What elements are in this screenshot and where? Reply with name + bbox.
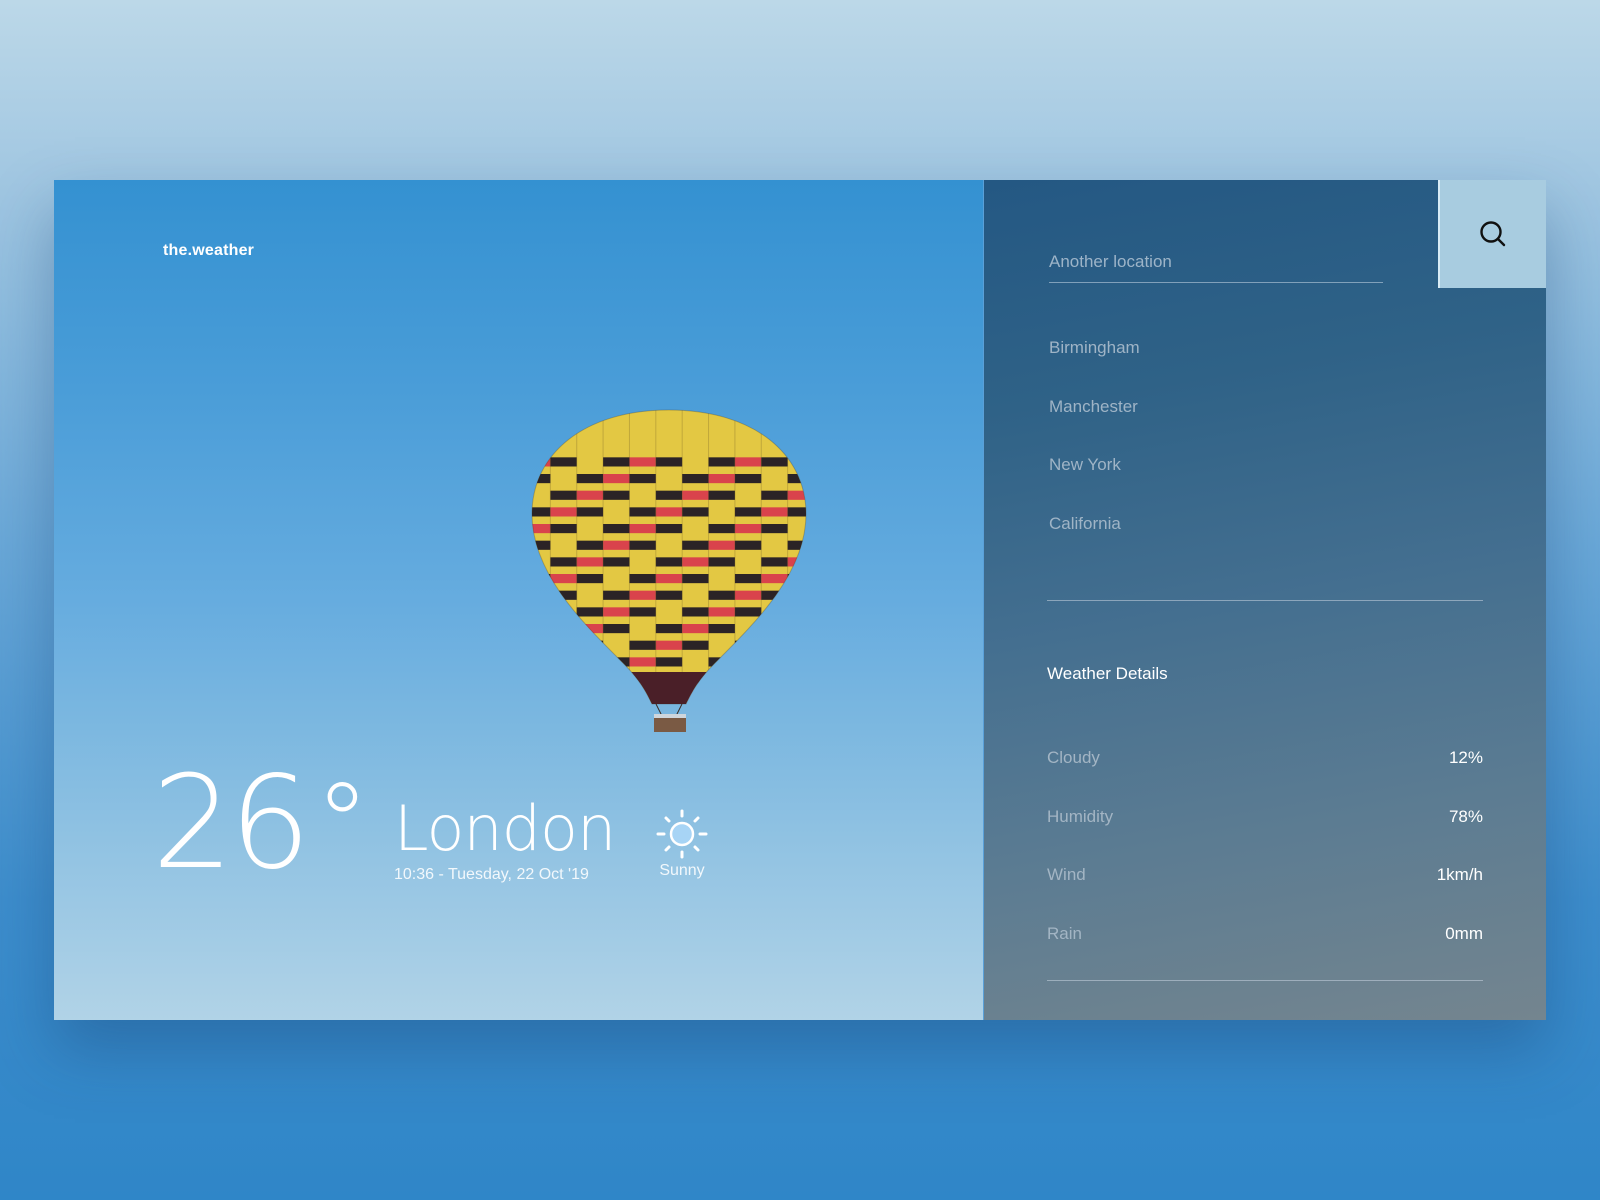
divider — [1047, 980, 1483, 981]
balloon-basket — [654, 716, 686, 732]
location-item[interactable]: Birmingham — [1049, 338, 1140, 397]
weather-details-title: Weather Details — [1047, 664, 1168, 683]
detail-row-cloudy: Cloudy 12% — [1047, 748, 1483, 807]
detail-row-rain: Rain 0mm — [1047, 924, 1483, 983]
condition-block: Sunny — [632, 808, 732, 880]
detail-label: Wind — [1047, 865, 1086, 884]
location-item[interactable]: California — [1049, 514, 1140, 573]
saved-locations-list: Birmingham Manchester New York Californi… — [1049, 338, 1140, 572]
search-button[interactable] — [1438, 180, 1546, 288]
city-name: London — [394, 792, 616, 865]
location-item[interactable]: Manchester — [1049, 397, 1140, 456]
search-field-wrap — [1049, 248, 1383, 283]
brand-logo[interactable]: the.weather — [163, 242, 254, 260]
location-search-input[interactable] — [1049, 248, 1383, 283]
condition-label: Sunny — [659, 862, 705, 879]
search-icon — [1480, 221, 1506, 247]
detail-value: 1km/h — [1436, 865, 1483, 884]
detail-label: Cloudy — [1047, 748, 1100, 767]
location-block: London 10:36 - Tuesday, 22 Oct '19 — [394, 792, 616, 884]
detail-value: 0mm — [1445, 923, 1483, 943]
hot-air-balloon-image — [531, 409, 807, 732]
detail-value: 12% — [1448, 748, 1483, 767]
detail-row-humidity: Humidity 78% — [1047, 807, 1483, 866]
temperature-readout: 26° — [152, 759, 370, 888]
divider — [1047, 600, 1483, 601]
detail-row-wind: Wind 1km/h — [1047, 865, 1483, 924]
weather-details-list: Cloudy 12% Humidity 78% Wind 1km/h Rain … — [1047, 748, 1483, 982]
sun-icon — [656, 809, 708, 859]
sidebar-panel: Birmingham Manchester New York Californi… — [983, 180, 1546, 1020]
detail-label: Humidity — [1047, 806, 1114, 826]
degree-symbol: ° — [314, 759, 370, 887]
location-item[interactable]: New York — [1049, 455, 1140, 514]
temperature-value: 26 — [152, 749, 311, 898]
detail-value: 78% — [1448, 806, 1483, 826]
date-time: 10:36 - Tuesday, 22 Oct '19 — [394, 866, 589, 883]
weather-card: the.weather 26° London 10:36 - Tuesday, … — [54, 180, 1546, 1020]
detail-label: Rain — [1047, 923, 1082, 943]
hero-panel: the.weather 26° London 10:36 - Tuesday, … — [54, 180, 983, 1020]
